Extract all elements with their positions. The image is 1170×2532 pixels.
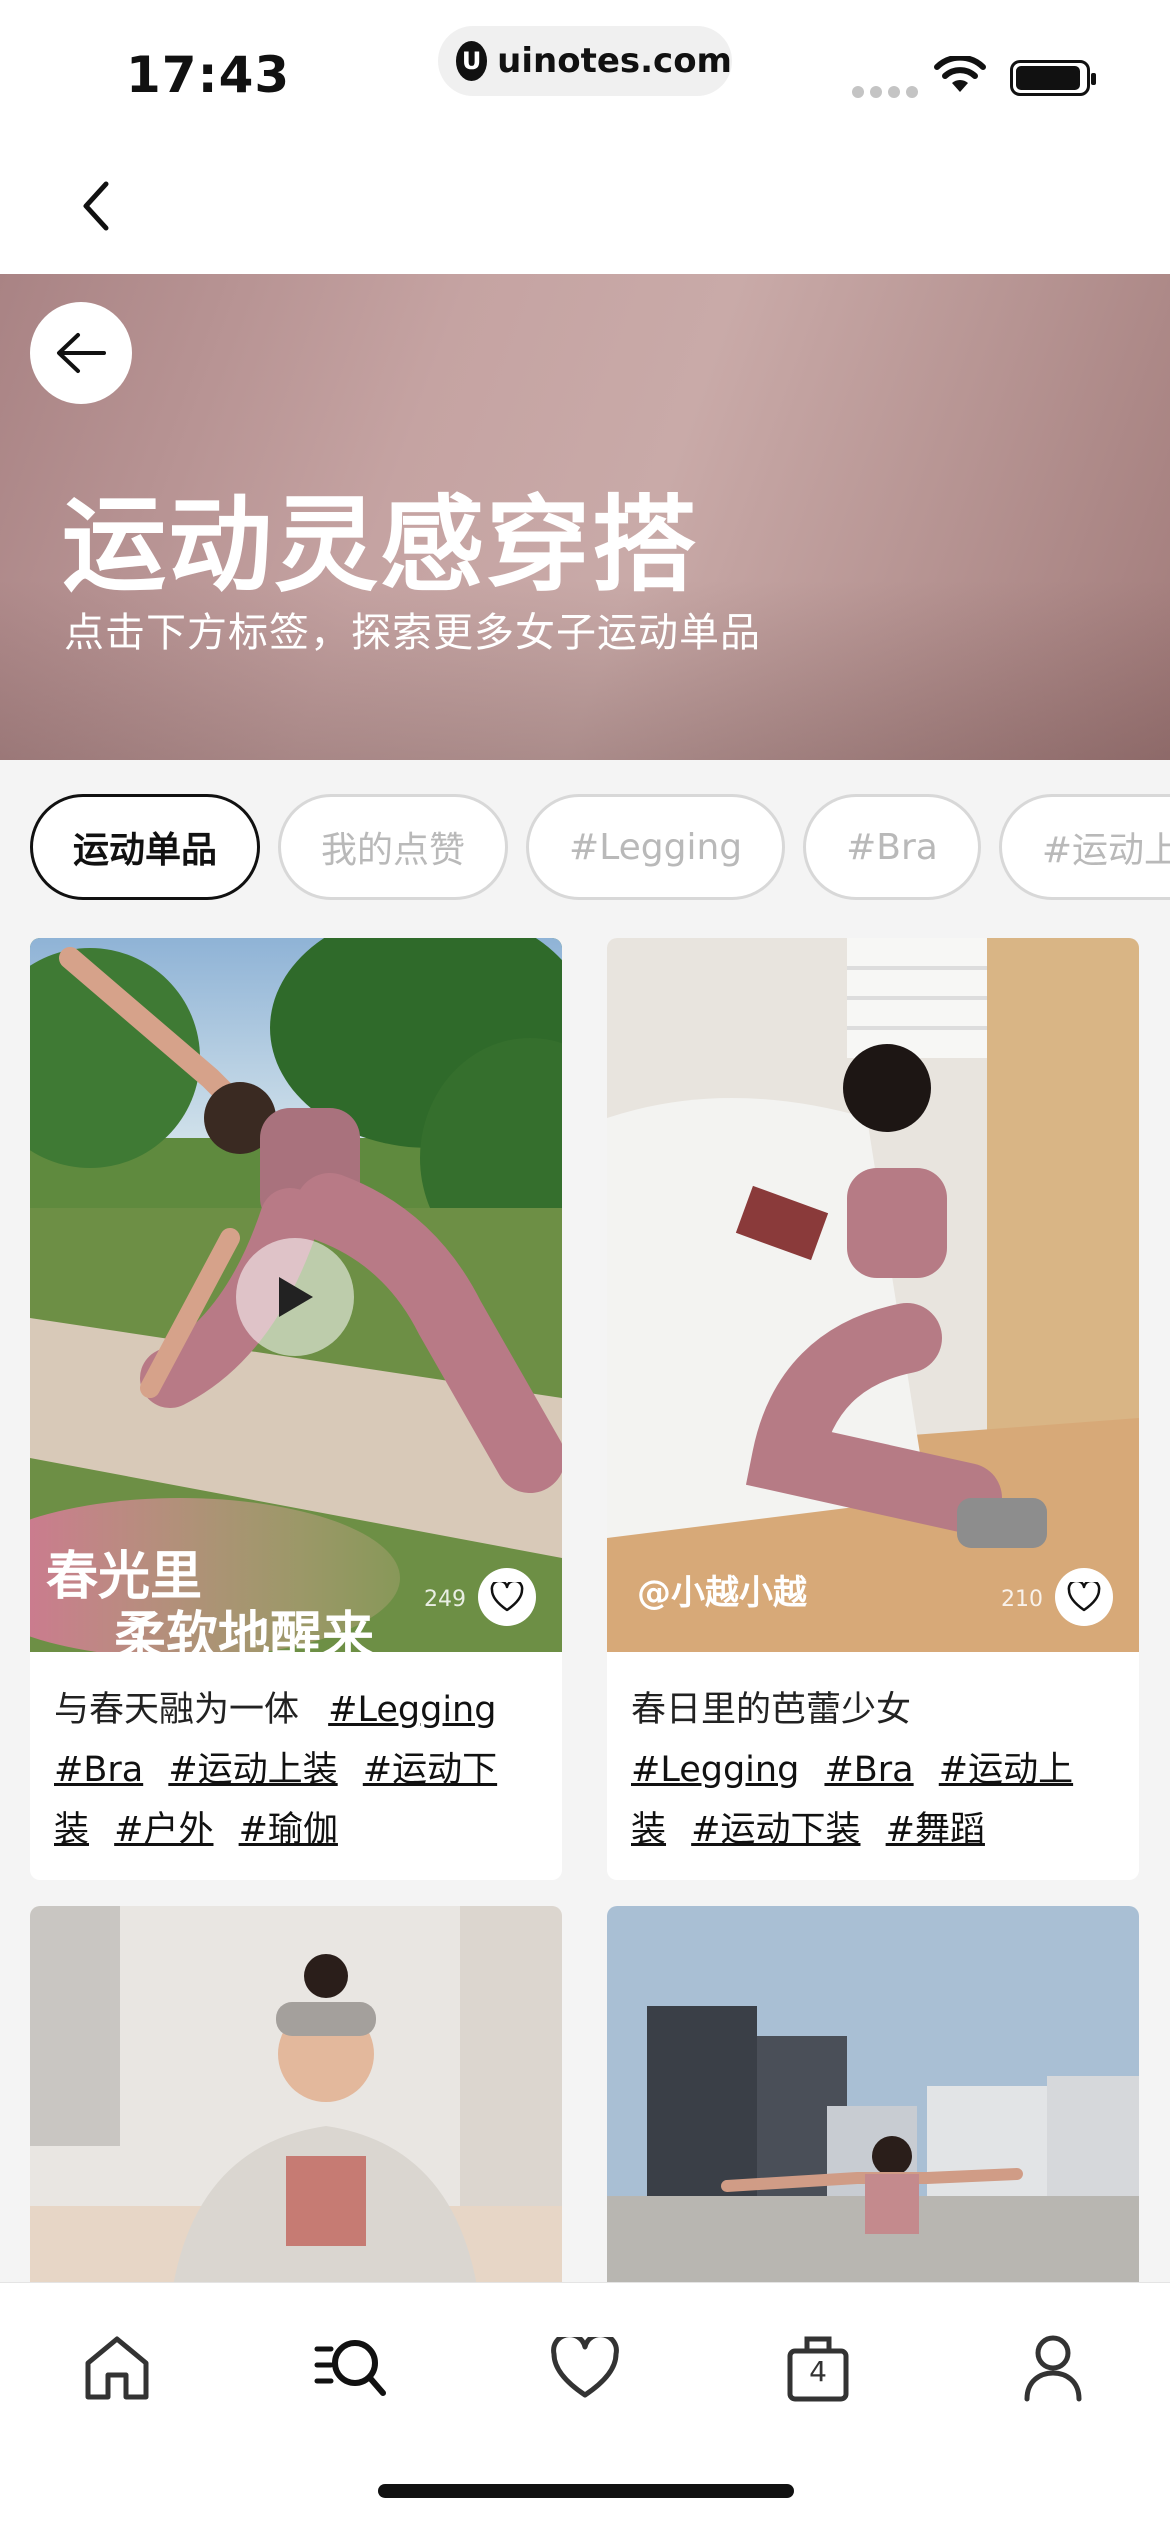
battery-icon [1010,60,1096,96]
like-count: 249 [424,1587,466,1612]
post-card[interactable]: @小越小越 210 春日里的芭蕾少女 #Legging #Bra #运动上装 #… [607,938,1139,1880]
search-list-icon [314,2340,386,2396]
heart-icon [1067,1582,1101,1612]
status-time: 17:43 [126,46,291,104]
post-image[interactable]: 春光里 柔软地醒来 249 [30,938,562,1652]
filter-chip-row: 运动单品 我的点赞 #Legging #Bra #运动上装 [30,794,1170,902]
play-video-button[interactable] [236,1238,354,1356]
post-title: 与春天融为一体 [54,1690,300,1730]
post-card[interactable]: 春光里 柔软地醒来 249 与春天融为一体 #Legging #Bra #运动上… [30,938,562,1880]
chip-legging[interactable]: #Legging [526,794,786,900]
tag-link[interactable]: #舞蹈 [886,1810,985,1850]
nav-bar [0,140,1170,274]
heart-icon [490,1582,524,1612]
post-title: 春日里的芭蕾少女 [631,1690,912,1730]
hero-banner: 运动灵感穿搭 点击下方标签，探索更多女子运动单品 [0,274,1170,760]
chip-sport-items[interactable]: 运动单品 [30,794,261,900]
home-indicator [378,2484,794,2498]
tag-link[interactable]: #运动上装 [168,1750,337,1790]
tab-favorites[interactable] [540,2323,630,2413]
post-caption: 与春天融为一体 #Legging #Bra #运动上装 #运动下装 #户外 #瑜… [30,1652,562,1880]
like-button[interactable] [478,1568,536,1626]
home-icon [85,2336,149,2400]
image-caption-line2: 柔软地醒来 [114,1607,375,1652]
chip-tops[interactable]: #运动上装 [998,794,1170,900]
tag-link[interactable]: #Legging [631,1750,799,1790]
tag-link[interactable]: #户外 [114,1810,213,1850]
bedroom-photo [607,938,1139,1652]
like-button[interactable] [1055,1568,1113,1626]
heart-icon [551,2337,619,2398]
author-handle: @小越小越 [637,1573,807,1613]
rooftop-photo [607,1906,1139,2306]
bag-count-badge: 4 [809,2355,827,2388]
tab-profile[interactable] [1008,2323,1098,2413]
tag-link[interactable]: #Bra [54,1750,143,1790]
tag-link[interactable]: #Legging [328,1690,496,1730]
hero-back-button[interactable] [30,302,132,404]
url-pill[interactable]: U uinotes.com [438,26,732,96]
tab-discover[interactable] [306,2323,396,2413]
url-text: uinotes.com [497,41,732,81]
post-card[interactable] [607,1906,1139,2306]
tag-link[interactable]: #Bra [824,1750,913,1790]
arrow-left-icon [57,333,106,373]
wifi-icon [934,56,986,92]
post-card[interactable] [30,1906,562,2306]
like-count: 210 [1001,1587,1043,1612]
site-logo-icon: U [456,41,488,81]
back-chevron-icon[interactable] [76,176,116,236]
tag-link[interactable]: #运动下装 [691,1810,860,1850]
hoodie-photo [30,1906,562,2306]
post-caption: 春日里的芭蕾少女 #Legging #Bra #运动上装 #运动下装 #舞蹈 [607,1652,1139,1880]
hero-subtitle: 点击下方标签，探索更多女子运动单品 [64,610,761,656]
chip-bra[interactable]: #Bra [803,794,981,900]
status-bar: 17:43 U uinotes.com [0,0,1170,140]
hero-title: 运动灵感穿搭 [62,484,699,606]
post-image[interactable]: @小越小越 210 [607,938,1139,1652]
play-icon [279,1277,313,1317]
tab-home[interactable] [72,2323,162,2413]
tag-link[interactable]: #瑜伽 [239,1810,338,1850]
profile-icon [1024,2335,1082,2402]
chip-my-likes[interactable]: 我的点赞 [278,794,509,900]
signal-icon [852,86,918,98]
tab-bag[interactable]: 4 [773,2323,863,2413]
